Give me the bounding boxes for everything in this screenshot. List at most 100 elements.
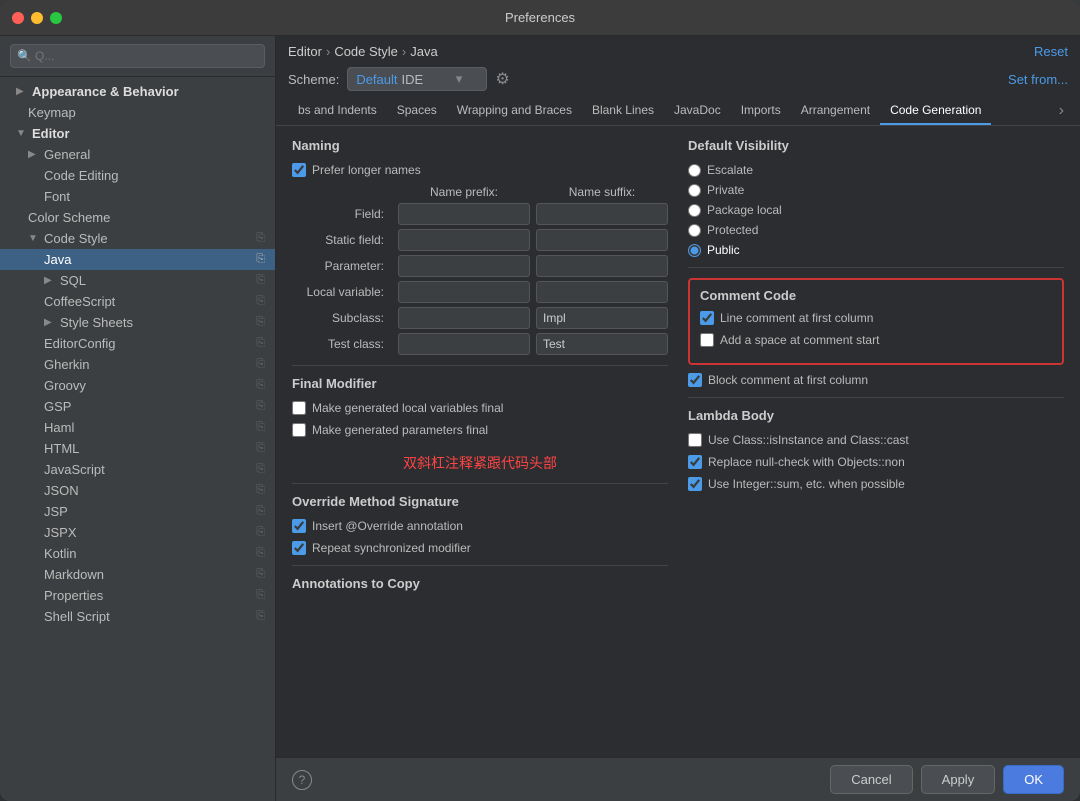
line-comment-first-col-checkbox[interactable] <box>700 311 714 325</box>
subclass-prefix-input[interactable] <box>398 307 530 329</box>
repeat-synchronized-checkbox[interactable] <box>292 541 306 555</box>
private-radio[interactable] <box>688 184 701 197</box>
escalate-label: Escalate <box>707 163 753 177</box>
sidebar-item-gsp[interactable]: GSP ⎘ <box>0 396 275 417</box>
breadcrumb-sep2: › <box>402 44 406 59</box>
sidebar-item-general[interactable]: ▶ General <box>0 144 275 165</box>
line-comment-first-col-label: Line comment at first column <box>720 311 873 325</box>
sidebar-item-coffeescript[interactable]: CoffeeScript ⎘ <box>0 291 275 312</box>
sidebar-item-code-editing[interactable]: Code Editing <box>0 165 275 186</box>
package-local-label: Package local <box>707 203 782 217</box>
use-class-instance-checkbox[interactable] <box>688 433 702 447</box>
replace-null-check-checkbox[interactable] <box>688 455 702 469</box>
escalate-radio[interactable] <box>688 164 701 177</box>
parameters-final-checkbox[interactable] <box>292 423 306 437</box>
use-class-instance-label: Use Class::isInstance and Class::cast <box>708 433 909 447</box>
package-local-radio[interactable] <box>688 204 701 217</box>
block-comment-first-col-checkbox[interactable] <box>688 373 702 387</box>
copy-icon: ⎘ <box>256 337 265 350</box>
sidebar-item-font[interactable]: Font <box>0 186 275 207</box>
sidebar-item-javascript[interactable]: JavaScript ⎘ <box>0 459 275 480</box>
field-suffix-input[interactable] <box>536 203 668 225</box>
sidebar-item-haml[interactable]: Haml ⎘ <box>0 417 275 438</box>
naming-row-local-variable: Local variable: <box>292 281 668 303</box>
tab-javadoc[interactable]: JavaDoc <box>664 97 731 125</box>
sidebar-item-java[interactable]: Java ⎘ <box>0 249 275 270</box>
sidebar-item-shell-script[interactable]: Shell Script ⎘ <box>0 606 275 627</box>
tab-blank-lines[interactable]: Blank Lines <box>582 97 664 125</box>
tab-spaces[interactable]: Spaces <box>387 97 447 125</box>
copy-icon: ⎘ <box>256 358 265 371</box>
content-area: Editor › Code Style › Java Reset Scheme:… <box>276 36 1080 801</box>
apply-button[interactable]: Apply <box>921 765 996 794</box>
sidebar-item-editor[interactable]: ▼ Editor <box>0 123 275 144</box>
parameter-prefix-input[interactable] <box>398 255 530 277</box>
maximize-button[interactable] <box>50 12 62 24</box>
sidebar-item-label: EditorConfig <box>44 336 116 351</box>
cancel-button[interactable]: Cancel <box>830 765 912 794</box>
close-button[interactable] <box>12 12 24 24</box>
sidebar-item-jsp[interactable]: JSP ⎘ <box>0 501 275 522</box>
tab-wrapping[interactable]: Wrapping and Braces <box>447 97 582 125</box>
sidebar-item-properties[interactable]: Properties ⎘ <box>0 585 275 606</box>
arrow-icon: ▼ <box>16 128 28 139</box>
reset-button[interactable]: Reset <box>1034 44 1068 59</box>
breadcrumb-code-style[interactable]: Code Style <box>334 44 398 59</box>
scheme-dropdown[interactable]: Default IDE ▾ <box>347 67 487 91</box>
annotations-to-copy-title: Annotations to Copy <box>292 576 668 591</box>
use-integer-sum-checkbox[interactable] <box>688 477 702 491</box>
sidebar-item-groovy[interactable]: Groovy ⎘ <box>0 375 275 396</box>
gear-icon[interactable]: ⚙ <box>495 69 509 89</box>
sidebar-item-label: Style Sheets <box>60 315 133 330</box>
sidebar-item-keymap[interactable]: Keymap <box>0 102 275 123</box>
sidebar-item-jspx[interactable]: JSPX ⎘ <box>0 522 275 543</box>
sidebar-item-appearance[interactable]: ▶ Appearance & Behavior <box>0 81 275 102</box>
sidebar-item-label: Haml <box>44 420 74 435</box>
static-field-prefix-input[interactable] <box>398 229 530 251</box>
sidebar-item-label: SQL <box>60 273 86 288</box>
search-input[interactable] <box>10 44 265 68</box>
sidebar-item-gherkin[interactable]: Gherkin ⎘ <box>0 354 275 375</box>
tab-tabs-and-indents[interactable]: bs and Indents <box>288 97 387 125</box>
tab-arrangement[interactable]: Arrangement <box>791 97 880 125</box>
add-space-comment-checkbox[interactable] <box>700 333 714 347</box>
sidebar-item-json[interactable]: JSON ⎘ <box>0 480 275 501</box>
sidebar-item-code-style[interactable]: ▼ Code Style ⎘ <box>0 228 275 249</box>
copy-icon: ⎘ <box>256 295 265 308</box>
set-from-button[interactable]: Set from... <box>1008 72 1068 87</box>
ok-button[interactable]: OK <box>1003 765 1064 794</box>
sidebar-item-label: General <box>44 147 90 162</box>
local-variables-final-checkbox[interactable] <box>292 401 306 415</box>
help-button[interactable]: ? <box>292 770 312 790</box>
breadcrumb-java[interactable]: Java <box>410 44 437 59</box>
sidebar-item-label: Gherkin <box>44 357 90 372</box>
bottom-bar: ? Cancel Apply OK <box>276 757 1080 801</box>
public-radio[interactable] <box>688 244 701 257</box>
minimize-button[interactable] <box>31 12 43 24</box>
sidebar-item-label: Editor <box>32 126 70 141</box>
field-prefix-input[interactable] <box>398 203 530 225</box>
sidebar-item-html[interactable]: HTML ⎘ <box>0 438 275 459</box>
prefer-longer-names-checkbox[interactable] <box>292 163 306 177</box>
local-variable-prefix-input[interactable] <box>398 281 530 303</box>
sidebar-item-kotlin[interactable]: Kotlin ⎘ <box>0 543 275 564</box>
protected-radio[interactable] <box>688 224 701 237</box>
breadcrumb-sep1: › <box>326 44 330 59</box>
parameter-label: Parameter: <box>292 259 392 273</box>
subclass-suffix-input[interactable] <box>536 307 668 329</box>
static-field-suffix-input[interactable] <box>536 229 668 251</box>
tab-code-generation[interactable]: Code Generation <box>880 97 991 125</box>
breadcrumb-editor[interactable]: Editor <box>288 44 322 59</box>
test-class-prefix-input[interactable] <box>398 333 530 355</box>
sidebar-item-color-scheme[interactable]: Color Scheme <box>0 207 275 228</box>
sidebar-item-sql[interactable]: ▶ SQL ⎘ <box>0 270 275 291</box>
parameter-suffix-input[interactable] <box>536 255 668 277</box>
tabs-more-icon[interactable]: › <box>1055 98 1068 124</box>
local-variable-suffix-input[interactable] <box>536 281 668 303</box>
insert-override-checkbox[interactable] <box>292 519 306 533</box>
sidebar-item-markdown[interactable]: Markdown ⎘ <box>0 564 275 585</box>
test-class-suffix-input[interactable] <box>536 333 668 355</box>
sidebar-item-editorconfig[interactable]: EditorConfig ⎘ <box>0 333 275 354</box>
sidebar-item-style-sheets[interactable]: ▶ Style Sheets ⎘ <box>0 312 275 333</box>
tab-imports[interactable]: Imports <box>731 97 791 125</box>
